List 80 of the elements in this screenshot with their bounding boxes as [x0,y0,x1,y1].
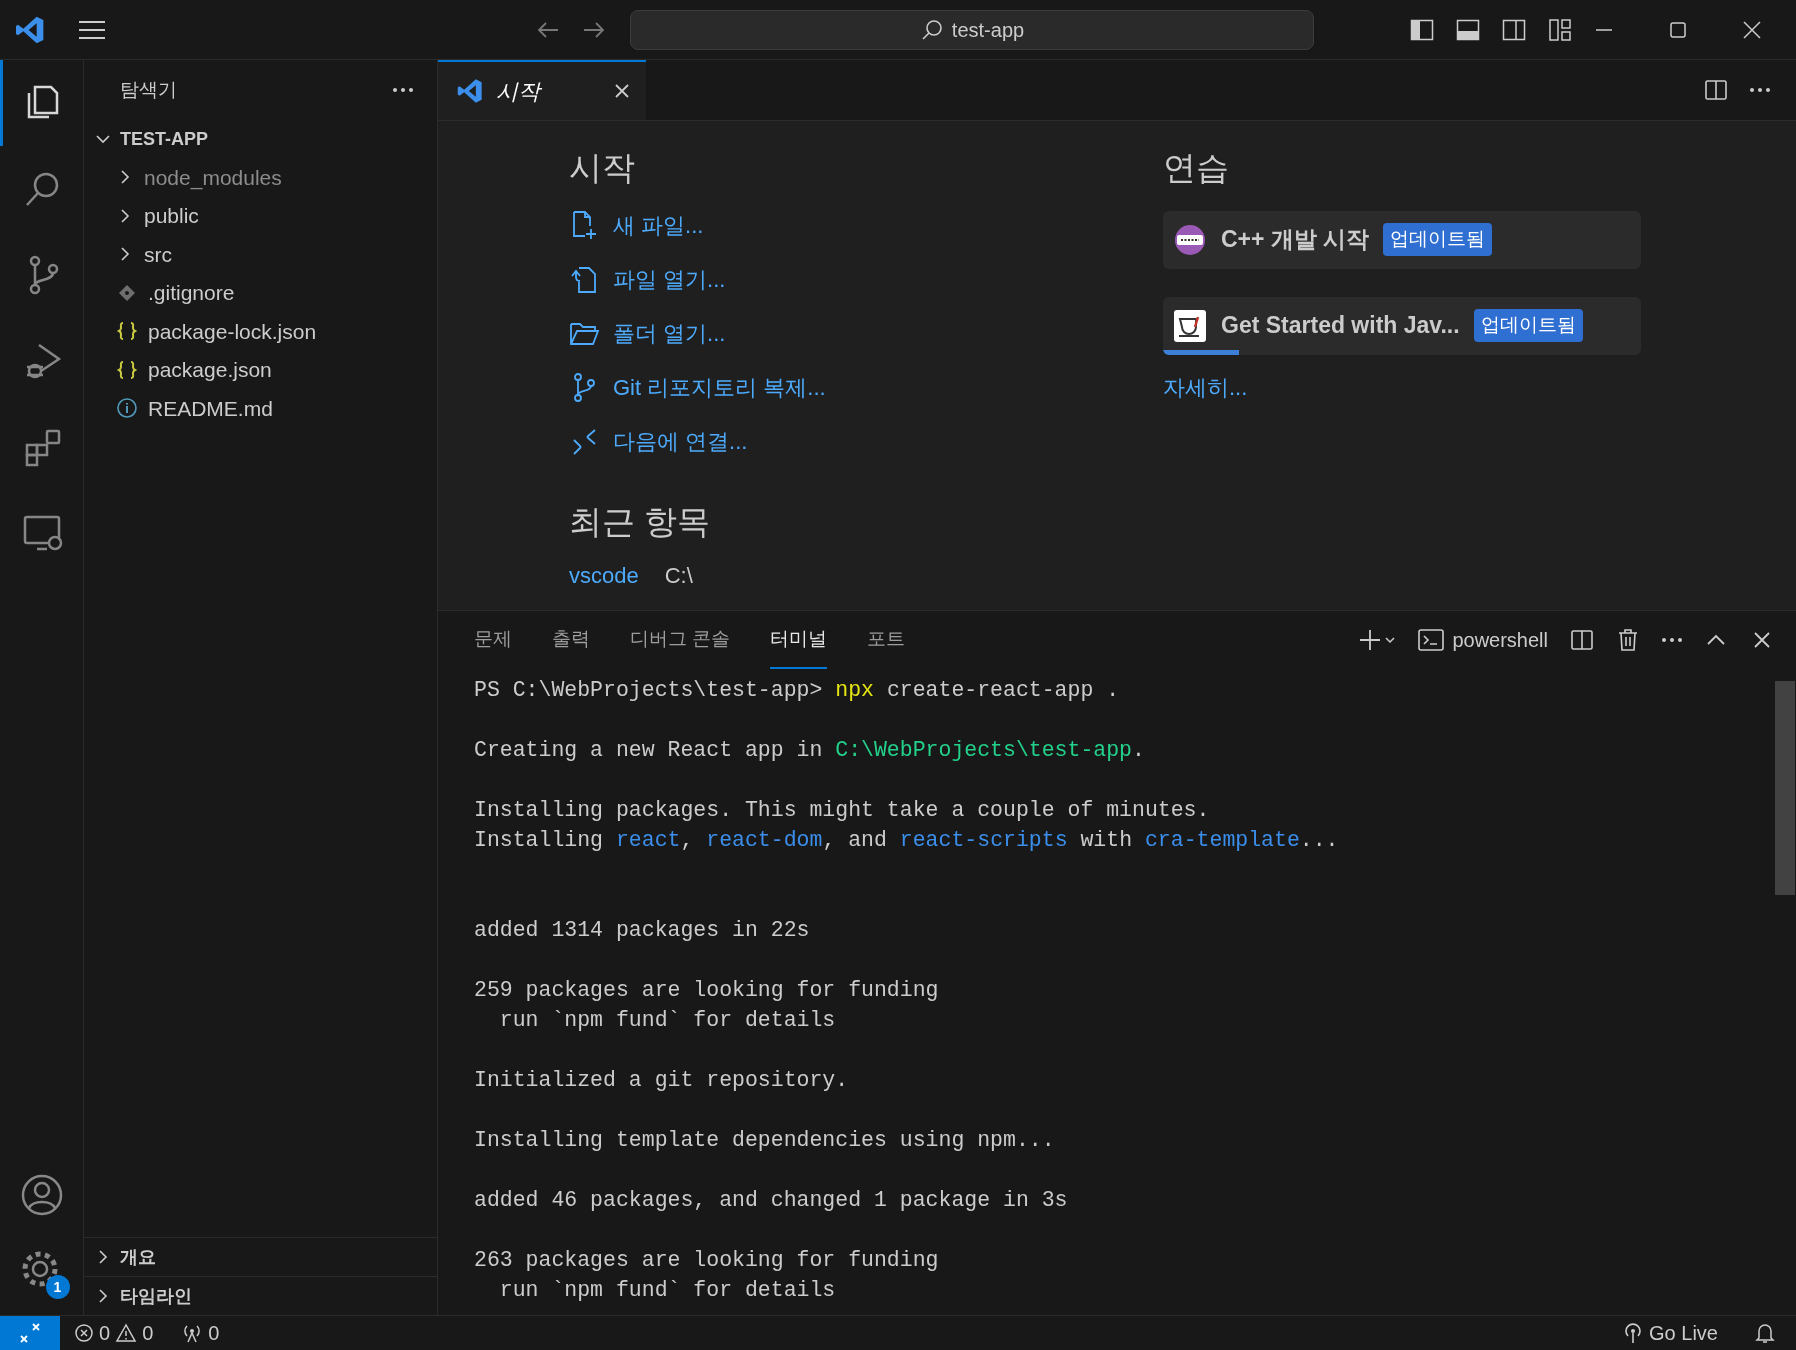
go-live-button[interactable]: Go Live [1623,1318,1718,1348]
toggle-sidebar-icon[interactable] [1410,17,1434,42]
terminal-line: Creating a new React app in C:\WebProjects\test-app. [474,737,1145,764]
terminal-line: run `npm fund` for details [498,1007,836,1034]
walkthrough-title: Get Started with Jav... [1221,311,1460,341]
more-actions-icon[interactable] [1750,88,1770,92]
terminal-line: added 1314 packages in 22s [474,917,810,944]
panel-tab[interactable]: 포트 [867,611,906,669]
broadcast-icon [1623,1322,1644,1344]
terminal-line: Initialized a git repository. [474,1067,849,1094]
folder-path: C:\ [664,561,693,590]
updated-badge: 업데이트됨 [1383,223,1493,256]
panel-tab[interactable]: 디버그 콘솔 [630,611,731,669]
problems-button[interactable]: 0 0 [74,1318,154,1348]
split-editor-icon[interactable] [1704,78,1728,102]
start-action-link[interactable]: Git 리포지토리 복제... [569,368,826,407]
terminal-line: 263 packages are looking for funding [474,1247,939,1274]
forward-arrow-icon[interactable] [582,19,606,40]
more-actions-icon[interactable] [1662,638,1682,642]
warning-icon [115,1323,138,1343]
tree-item[interactable]: src [84,235,437,274]
section-heading: 연습 [1163,148,1230,188]
coffee-cup-icon [1173,308,1207,343]
panel-tab[interactable]: 문제 [474,611,512,669]
terminal-icon [1418,628,1445,652]
scrollbar-thumb[interactable] [1775,681,1795,895]
account-icon[interactable] [19,1173,64,1217]
menu-icon[interactable] [78,19,106,40]
new-terminal-icon[interactable] [1358,628,1397,652]
start-action-link[interactable]: 다음에 연결... [569,422,748,461]
start-action-link[interactable]: 폴더 열기... [569,314,726,353]
info-icon [116,397,138,420]
start-action-link[interactable]: 새 파일... [569,206,704,245]
sidebar-title: 탐색기 [120,77,177,102]
split-terminal-icon[interactable] [1570,628,1594,652]
tree-item[interactable]: public [84,196,437,235]
terminal-line: PS C:\WebProjects\test-app> npx create-react-app . [474,677,1120,704]
more-link[interactable]: 자세히... [1163,370,1248,404]
braces-icon [116,358,138,381]
tree-item[interactable]: node_modules [84,158,437,197]
terminal-line: run `npm fund` for details [498,1277,836,1304]
logo-icon [456,77,484,105]
search-text: test-app [951,17,1025,43]
terminal-line: Installing template dependencies using npm... [474,1127,1055,1154]
trash-icon[interactable] [1616,628,1640,652]
terminal-line: Installing react, react-dom, and react-scripts with cra-template... [474,827,1339,854]
updated-badge: 업데이트됨 [1473,309,1583,342]
section-heading: 최근 항목 [569,501,712,542]
braces-icon [116,320,138,343]
section-heading: 시작 [569,148,636,188]
walkthrough-card[interactable]: Get Started with Jav... 업데이트됨 [1163,296,1641,355]
more-actions-icon[interactable] [393,88,413,92]
remote-icon [19,1322,41,1344]
panel-tab[interactable]: 터미널 [770,611,828,669]
section-header[interactable]: 개요 [84,1237,437,1276]
layout-icon[interactable] [1548,17,1572,42]
terminal-profile-button[interactable]: powershell [1418,625,1548,655]
command-center-search[interactable]: test-app [630,9,1314,50]
tree-root[interactable]: TEST-APP [84,120,437,158]
toggle-panel-icon[interactable] [1456,17,1480,42]
panel-tab[interactable]: 출력 [552,611,590,669]
tree-item[interactable]: README.md [84,389,437,428]
walkthrough-card[interactable]: C++ 개발 시작 업데이트됨 [1163,210,1641,269]
ports-button[interactable]: 0 [181,1318,220,1348]
terminal-line: 259 packages are looking for funding [474,977,939,1004]
remote-button[interactable] [0,1316,60,1350]
editor-tab[interactable]: 시작 [438,60,646,120]
walkthrough-title: C++ 개발 시작 [1221,225,1370,255]
tree-item[interactable]: .gitignore [84,273,437,312]
tree-item[interactable]: package.json [84,350,437,389]
error-icon [74,1323,94,1343]
terminal-line: Installing packages. This might take a couple of minutes. [474,797,1210,824]
recent-folder-link[interactable]: vscode [569,558,639,592]
notification-badge: 1 [45,1275,70,1299]
terminal-line: added 46 packages, and changed 1 package in 3s [474,1187,1068,1214]
notification-bell-icon[interactable] [1754,1322,1776,1344]
tree-item[interactable]: package-lock.json [84,312,437,351]
back-arrow-icon[interactable] [536,19,560,40]
start-action-link[interactable]: 파일 열기... [569,260,726,299]
toggle-secondary-sidebar-icon[interactable] [1502,17,1526,42]
